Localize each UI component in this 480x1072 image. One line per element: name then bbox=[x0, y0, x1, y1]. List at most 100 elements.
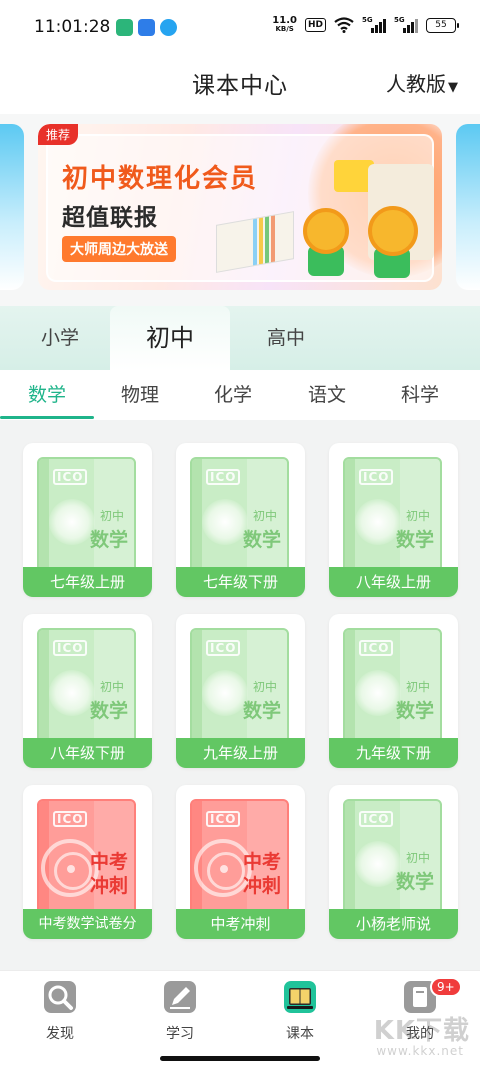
publisher-logo-icon: ICO bbox=[53, 811, 88, 827]
battery-icon: 55 bbox=[426, 17, 459, 33]
edition-selector[interactable]: 人教版 ▼ bbox=[386, 68, 458, 97]
status-time: 11:01:28 bbox=[34, 17, 111, 37]
qq-notification-icon bbox=[160, 19, 177, 36]
app-header: 课本中心 人教版 ▼ bbox=[0, 56, 480, 114]
book-title: 七年级上册 bbox=[23, 567, 152, 597]
nav-textbook[interactable]: 课本 bbox=[240, 971, 360, 1051]
banner-subline: 超值联报 bbox=[62, 205, 158, 231]
book-title: 九年级下册 bbox=[329, 738, 458, 768]
book-title: 八年级上册 bbox=[329, 567, 458, 597]
magnifier-icon bbox=[44, 981, 76, 1013]
book-icon bbox=[284, 981, 316, 1013]
cover-title-line-2: 冲刺 bbox=[89, 875, 128, 897]
cover-subject: 数学 bbox=[89, 700, 128, 722]
book-cover: ICO 中考 冲刺 bbox=[37, 799, 136, 917]
book-card[interactable]: ICO 初中 数学 七年级上册 bbox=[23, 443, 152, 597]
book-card[interactable]: ICO 初中 数学 小杨老师说 bbox=[329, 785, 458, 939]
cover-level: 初中 bbox=[405, 509, 430, 523]
book-cover: ICO 初中 数学 bbox=[37, 457, 136, 575]
book-cover: ICO 初中 数学 bbox=[190, 628, 289, 746]
cover-level: 初中 bbox=[252, 680, 277, 694]
publisher-logo-icon: ICO bbox=[53, 640, 88, 656]
tab-math[interactable]: 数学 bbox=[0, 370, 94, 420]
tab-physics[interactable]: 物理 bbox=[93, 370, 187, 420]
publisher-logo-icon: ICO bbox=[206, 640, 241, 656]
cover-title-line-2: 冲刺 bbox=[242, 875, 281, 897]
tab-senior-high[interactable]: 高中 bbox=[226, 306, 346, 370]
tab-junior-high[interactable]: 初中 bbox=[110, 306, 230, 370]
publisher-logo-icon: ICO bbox=[359, 469, 394, 485]
cover-title-line-1: 中考 bbox=[242, 851, 281, 873]
publisher-logo-icon: ICO bbox=[53, 469, 88, 485]
book-cover: ICO 初中 数学 bbox=[343, 457, 442, 575]
book-card[interactable]: ICO 初中 数学 八年级上册 bbox=[329, 443, 458, 597]
recommend-tag: 推荐 bbox=[38, 124, 79, 145]
banner-carousel[interactable]: 推荐 初中数理化会员 超值联报 大师周边大放送 bbox=[0, 114, 480, 310]
cover-level: 初中 bbox=[405, 851, 430, 865]
edition-label: 人教版 bbox=[386, 72, 446, 96]
book-title: 小杨老师说 bbox=[329, 909, 458, 939]
book-cover: ICO 中考 冲刺 bbox=[190, 799, 289, 917]
book-cover: ICO 初中 数学 bbox=[37, 628, 136, 746]
site-watermark: KK下载 www.kkx.net bbox=[373, 1016, 470, 1058]
nav-study[interactable]: 学习 bbox=[120, 971, 240, 1051]
app-notification-icon-2 bbox=[138, 19, 155, 36]
banner-prev-peek[interactable] bbox=[0, 124, 24, 290]
book-cover: ICO 初中 数学 bbox=[190, 457, 289, 575]
cover-level: 初中 bbox=[99, 680, 124, 694]
subject-tab-bar: 数学 物理 化学 语文 科学 bbox=[0, 370, 480, 420]
book-card[interactable]: ICO 初中 数学 九年级上册 bbox=[176, 614, 305, 768]
wifi-icon bbox=[334, 17, 354, 33]
promo-banner[interactable]: 推荐 初中数理化会员 超值联报 大师周边大放送 bbox=[38, 124, 442, 290]
network-speed: 11.0 KB/S bbox=[272, 15, 297, 34]
tab-primary[interactable]: 小学 bbox=[0, 306, 120, 370]
banner-headline: 初中数理化会员 bbox=[62, 164, 259, 194]
publisher-logo-icon: ICO bbox=[359, 640, 394, 656]
book-cover: ICO 初中 数学 bbox=[343, 799, 442, 917]
cover-subject: 数学 bbox=[89, 529, 128, 551]
publisher-logo-icon: ICO bbox=[206, 469, 241, 485]
book-title: 七年级下册 bbox=[176, 567, 305, 597]
cover-subject: 数学 bbox=[242, 529, 281, 551]
book-title: 八年级下册 bbox=[23, 738, 152, 768]
cover-level: 初中 bbox=[252, 509, 277, 523]
book-title: 中考冲刺 bbox=[176, 909, 305, 939]
banner-next-peek[interactable] bbox=[456, 124, 480, 290]
signal-icon-sim2: 5G bbox=[394, 16, 418, 33]
book-card[interactable]: ICO 初中 数学 七年级下册 bbox=[176, 443, 305, 597]
home-indicator[interactable] bbox=[160, 1056, 320, 1061]
status-indicators: 11.0 KB/S HD 5G 5G 55 bbox=[272, 15, 459, 34]
hd-voice-icon: HD bbox=[304, 18, 326, 32]
cover-subject: 数学 bbox=[395, 529, 434, 551]
banner-pill: 大师周边大放送 bbox=[62, 236, 176, 262]
publisher-logo-icon: ICO bbox=[359, 811, 394, 827]
textbook-grid: ICO 初中 数学 七年级上册 ICO 初中 数学 七年级下册 ICO 初中 数… bbox=[0, 420, 480, 970]
active-tab-indicator bbox=[0, 416, 94, 419]
tab-chemistry[interactable]: 化学 bbox=[186, 370, 280, 420]
tab-science[interactable]: 科学 bbox=[373, 370, 467, 420]
mascot-lion-icon-2 bbox=[368, 206, 418, 256]
book-card[interactable]: ICO 中考 冲刺 中考数学试卷分 bbox=[23, 785, 152, 939]
notification-badge: 9+ bbox=[430, 977, 462, 997]
publisher-logo-icon: ICO bbox=[206, 811, 241, 827]
nav-label: 学习 bbox=[166, 1026, 194, 1042]
app-notification-icon-1 bbox=[116, 19, 133, 36]
book-card[interactable]: ICO 初中 数学 九年级下册 bbox=[329, 614, 458, 768]
status-bar: 11:01:28 11.0 KB/S HD 5G 5G 55 bbox=[0, 0, 480, 56]
cover-subject: 数学 bbox=[395, 700, 434, 722]
book-card[interactable]: ICO 初中 数学 八年级下册 bbox=[23, 614, 152, 768]
book-cover: ICO 初中 数学 bbox=[343, 628, 442, 746]
cover-subject: 数学 bbox=[395, 871, 434, 893]
signal-icon-sim1: 5G bbox=[362, 16, 386, 33]
mascot-lion-icon-1 bbox=[303, 208, 349, 254]
book-card[interactable]: ICO 中考 冲刺 中考冲刺 bbox=[176, 785, 305, 939]
book-title: 九年级上册 bbox=[176, 738, 305, 768]
nav-label: 课本 bbox=[286, 1026, 314, 1042]
nav-discover[interactable]: 发现 bbox=[0, 971, 120, 1051]
cover-level: 初中 bbox=[405, 680, 430, 694]
pen-icon bbox=[164, 981, 196, 1013]
cover-title-line-1: 中考 bbox=[89, 851, 128, 873]
tab-chinese[interactable]: 语文 bbox=[280, 370, 374, 420]
cover-subject: 数学 bbox=[242, 700, 281, 722]
level-tab-bar: 小学 初中 高中 bbox=[0, 306, 480, 370]
